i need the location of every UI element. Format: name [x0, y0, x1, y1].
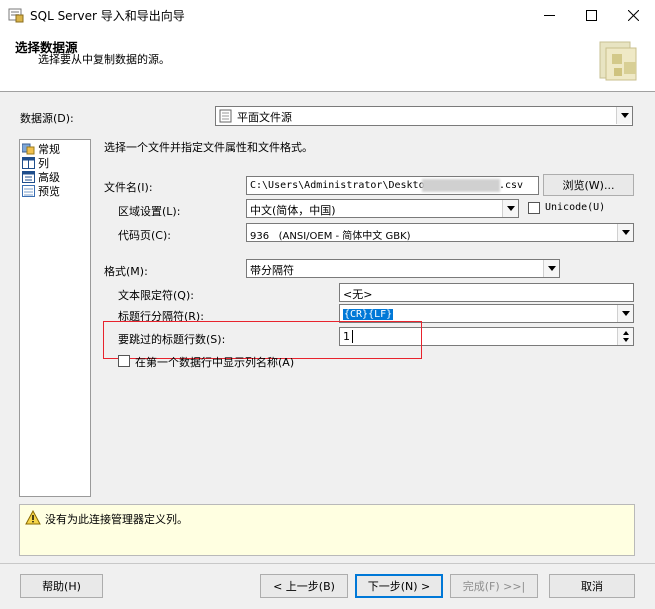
- locale-label: 区域设置(L):: [118, 205, 181, 218]
- datasource-value: 平面文件源: [237, 111, 292, 124]
- panel-description: 选择一个文件并指定文件属性和文件格式。: [104, 141, 313, 154]
- datasource-label: 数据源(D):: [20, 112, 74, 125]
- flat-file-icon: [219, 109, 233, 125]
- minimize-button[interactable]: [528, 0, 570, 30]
- nav-item-advanced[interactable]: 高级: [22, 170, 60, 184]
- codepage-label: 代码页(C):: [118, 229, 171, 242]
- maximize-button[interactable]: [570, 0, 612, 30]
- app-icon: [8, 7, 24, 23]
- close-icon: [627, 9, 639, 21]
- locale-select[interactable]: 中文(简体，中国): [246, 199, 519, 218]
- finish-button[interactable]: 完成(F) >>|: [450, 574, 538, 598]
- nav-item-general[interactable]: 常规: [21, 142, 60, 156]
- first-row-names-checkbox[interactable]: [118, 355, 130, 367]
- text-qualifier-input[interactable]: <无>: [339, 283, 634, 302]
- text-qualifier-label: 文本限定符(Q):: [118, 289, 194, 302]
- filename-input[interactable]: C:\Users\Administrator\Desktop .csv: [246, 176, 539, 195]
- warning-icon: [25, 509, 41, 528]
- title-bar: SQL Server 导入和导出向导: [0, 0, 655, 30]
- chevron-down-icon: [502, 200, 518, 217]
- chevron-down-icon: [617, 224, 633, 241]
- browse-button[interactable]: 浏览(W)...: [543, 174, 634, 196]
- footer-divider: [0, 563, 655, 564]
- format-select[interactable]: 带分隔符: [246, 259, 560, 278]
- codepage-select[interactable]: 936 (ANSI/OEM - 简体中文 GBK): [246, 223, 634, 242]
- help-button[interactable]: 帮助(H): [20, 574, 103, 598]
- advanced-icon: [22, 171, 35, 183]
- cancel-button[interactable]: 取消: [549, 574, 635, 598]
- spin-arrows-icon: [623, 331, 629, 342]
- chevron-down-icon: [543, 260, 559, 277]
- unicode-checkbox[interactable]: [528, 202, 540, 214]
- filename-label: 文件名(I):: [104, 181, 153, 194]
- columns-icon: [22, 157, 35, 169]
- nav-item-preview[interactable]: 预览: [22, 184, 60, 198]
- page-subtitle: 选择要从中复制数据的源。: [38, 53, 170, 66]
- codepage-value: 936 (ANSI/OEM - 简体中文 GBK): [250, 231, 411, 242]
- general-icon: [21, 143, 35, 155]
- datasource-select[interactable]: 平面文件源: [215, 106, 633, 126]
- window-title: SQL Server 导入和导出向导: [30, 9, 185, 23]
- redacted-region: [422, 179, 500, 192]
- first-row-names-label: 在第一个数据行中显示列名称(A): [135, 356, 295, 369]
- wizard-header: 选择数据源 选择要从中复制数据的源。: [0, 30, 655, 92]
- chevron-down-icon: [617, 305, 633, 322]
- locale-value: 中文(简体，中国): [250, 204, 336, 217]
- preview-icon: [22, 185, 35, 197]
- maximize-icon: [585, 9, 597, 21]
- filename-value: C:\Users\Administrator\Desktop: [250, 180, 431, 191]
- unicode-label: Unicode(U): [545, 202, 606, 213]
- nav-item-columns[interactable]: 列: [22, 156, 49, 170]
- filename-suffix: .csv: [499, 180, 524, 191]
- chevron-down-icon: [616, 107, 632, 124]
- format-label: 格式(M):: [104, 265, 148, 278]
- message-area: 没有为此连接管理器定义列。: [19, 504, 635, 556]
- message-text: 没有为此连接管理器定义列。: [45, 513, 188, 526]
- wizard-logo-icon: [596, 38, 644, 84]
- next-button[interactable]: 下一步(N) >: [355, 574, 443, 598]
- spin-buttons[interactable]: [617, 328, 633, 345]
- close-button[interactable]: [612, 0, 654, 30]
- minimize-icon: [543, 14, 555, 16]
- text-qualifier-value: <无>: [343, 288, 373, 301]
- format-value: 带分隔符: [250, 264, 294, 277]
- nav-list: 常规 列 高级 预览: [19, 139, 91, 497]
- header-delimiter-value: {CR}{LF}: [343, 309, 394, 320]
- nav-label: 预览: [38, 185, 60, 198]
- back-button[interactable]: < 上一步(B): [260, 574, 348, 598]
